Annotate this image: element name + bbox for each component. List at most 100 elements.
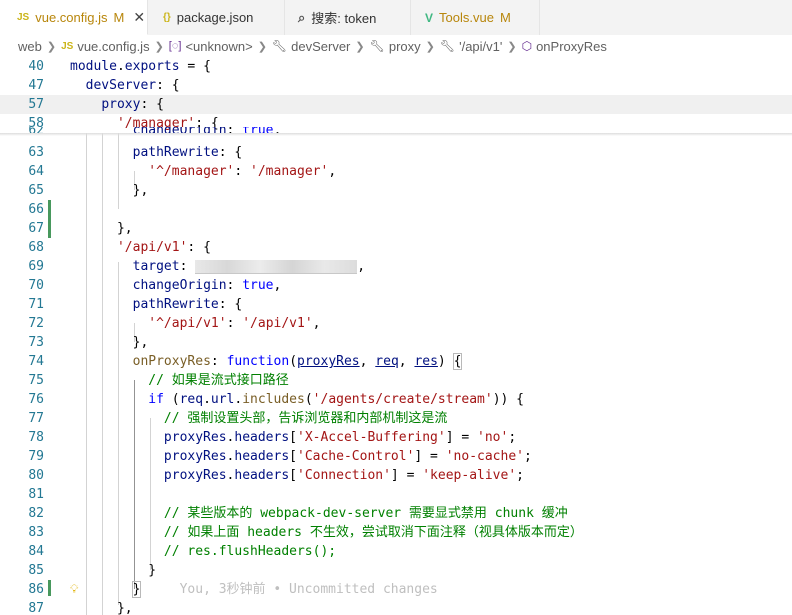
code-comment: // 如果是流式接口路径 — [70, 373, 289, 388]
line-number: 64 — [28, 164, 44, 179]
code-line: 57 proxy: { — [0, 95, 792, 114]
code-comment: // 强制设置头部，告诉浏览器和内部机制这是流 — [70, 411, 448, 426]
code-line: 66 — [0, 200, 792, 219]
wrench-icon: 🔧︎ — [369, 39, 385, 53]
tab-vue-config[interactable]: JS vue.config.js M ✕ — [0, 0, 148, 35]
code-line: 76 if (req.url.includes('/agents/create/… — [0, 390, 792, 409]
line-number: 70 — [28, 278, 44, 293]
breadcrumb-symbol[interactable]: devServer — [291, 39, 350, 54]
line-number: 67 — [28, 221, 44, 236]
code-line: 78 proxyRes.headers['X-Accel-Buffering']… — [0, 428, 792, 447]
method-symbol-icon: ⬡ — [521, 39, 533, 53]
code-line: 40 module.exports = { — [0, 57, 792, 76]
code-line: 87 }, — [0, 599, 792, 615]
tab-label: Tools.vue — [439, 10, 494, 25]
chevron-right-icon: ❯ — [425, 40, 435, 53]
code-text: pathRewrite: { — [132, 145, 243, 160]
code-text: }, — [70, 601, 133, 615]
code-text: proxy: { — [101, 97, 164, 112]
line-number: 66 — [28, 202, 44, 217]
modified-indicator: M — [113, 9, 125, 25]
code-line: 68 '/api/v1': { — [0, 238, 792, 257]
javascript-file-icon: JS — [17, 11, 30, 23]
code-line: 77 // 强制设置头部，告诉浏览器和内部机制这是流 — [0, 409, 792, 428]
redacted-url — [195, 259, 358, 274]
module-symbol-icon: [◌] — [168, 40, 182, 52]
code-line: 86 💡︎ } You, 3秒钟前 • Uncommitted changes — [0, 580, 792, 599]
code-line: 75 // 如果是流式接口路径 — [0, 371, 792, 390]
code-editor[interactable]: 40 module.exports = { 47 devServer: { 57 … — [0, 57, 792, 615]
code-text: if (req.url.includes('/agents/create/str… — [148, 392, 524, 407]
line-number: 78 — [28, 430, 44, 445]
code-text: devServer: { — [85, 78, 180, 93]
code-text: target: , — [132, 259, 366, 274]
code-line: 80 proxyRes.headers['Connection'] = 'kee… — [0, 466, 792, 485]
code-line: 72 '^/api/v1': '/api/v1', — [0, 314, 792, 333]
json-file-icon: {} — [163, 12, 171, 23]
code-line: 67 }, — [0, 219, 792, 238]
chevron-right-icon: ❯ — [257, 40, 267, 53]
code-comment: // res.flushHeaders(); — [70, 544, 337, 559]
close-icon[interactable]: ✕ — [133, 9, 145, 26]
breadcrumb-symbol[interactable]: onProxyRes — [536, 39, 607, 54]
code-line: 84 // res.flushHeaders(); — [0, 542, 792, 561]
line-number: 71 — [28, 297, 44, 312]
code-line: 81 — [0, 485, 792, 504]
code-text: module.exports = { — [70, 59, 211, 74]
code-line: 69 target: , — [0, 257, 792, 276]
code-line: 47 devServer: { — [0, 76, 792, 95]
tab-label: package.json — [176, 10, 254, 25]
line-number: 82 — [28, 506, 44, 521]
code-text: '^/manager': '/manager', — [148, 164, 337, 179]
vue-file-icon: V — [425, 10, 434, 25]
line-number: 85 — [28, 563, 44, 578]
wrench-icon: 🔧︎ — [439, 39, 456, 53]
code-comment: // 如果上面 headers 不生效，尝试取消下面注释（视具体版本而定） — [70, 525, 583, 540]
code-line: 83 // 如果上面 headers 不生效，尝试取消下面注释（视具体版本而定） — [0, 523, 792, 542]
code-text: } You, 3秒钟前 • Uncommitted changes — [131, 581, 438, 598]
breadcrumb-file[interactable]: vue.config.js — [77, 39, 149, 54]
code-text: changeOrigin: true, — [132, 278, 282, 293]
line-number: 83 — [28, 525, 44, 540]
tab-package-json[interactable]: {} package.json — [148, 0, 285, 35]
code-text: '^/api/v1': '/api/v1', — [148, 316, 321, 331]
tab-tools-vue[interactable]: V Tools.vue M — [411, 0, 540, 35]
line-number: 40 — [28, 59, 44, 74]
sticky-scroll-shadow — [0, 133, 792, 136]
line-number: 73 — [28, 335, 44, 350]
chevron-right-icon: ❯ — [507, 40, 517, 53]
breadcrumb: web ❯ JS vue.config.js ❯ [◌] <unknown> ❯… — [0, 35, 792, 57]
line-number: 87 — [28, 601, 44, 615]
modified-indicator: M — [499, 10, 511, 25]
chevron-right-icon: ❯ — [355, 40, 365, 53]
code-text: }, — [70, 183, 149, 198]
breadcrumb-symbol[interactable]: proxy — [389, 39, 421, 54]
code-text: }, — [70, 221, 133, 236]
code-text: onProxyRes: function(proxyRes, req, res)… — [132, 353, 463, 370]
line-number: 72 — [28, 316, 44, 331]
chevron-right-icon: ❯ — [154, 40, 164, 53]
line-number: 65 — [28, 183, 44, 198]
search-icon: ⌕ — [298, 9, 306, 25]
breadcrumb-symbol[interactable]: '/api/v1' — [459, 39, 502, 54]
tab-search[interactable]: ⌕ 搜索: token — [285, 0, 411, 35]
code-line: 71 pathRewrite: { — [0, 295, 792, 314]
line-number: 57 — [28, 97, 44, 112]
line-number: 77 — [28, 411, 44, 426]
line-number: 63 — [28, 145, 44, 160]
breadcrumb-folder[interactable]: web — [18, 39, 42, 54]
code-line: 82 // 某些版本的 webpack-dev-server 需要显式禁用 ch… — [0, 504, 792, 523]
breadcrumb-symbol[interactable]: <unknown> — [185, 39, 252, 54]
tab-label: vue.config.js — [35, 9, 108, 25]
code-line: 74 onProxyRes: function(proxyRes, req, r… — [0, 352, 792, 371]
line-number: 74 — [28, 354, 44, 369]
tab-label: 搜索: token — [311, 11, 377, 26]
code-line: 73 }, — [0, 333, 792, 352]
code-line: 64 '^/manager': '/manager', — [0, 162, 792, 181]
code-text: }, — [70, 335, 149, 350]
line-number: 80 — [28, 468, 44, 483]
line-number: 76 — [28, 392, 44, 407]
git-blame-annotation: You, 3秒钟前 • Uncommitted changes — [179, 582, 438, 597]
line-number: 47 — [28, 78, 44, 93]
code-text: proxyRes.headers['X-Accel-Buffering'] = … — [163, 430, 517, 445]
